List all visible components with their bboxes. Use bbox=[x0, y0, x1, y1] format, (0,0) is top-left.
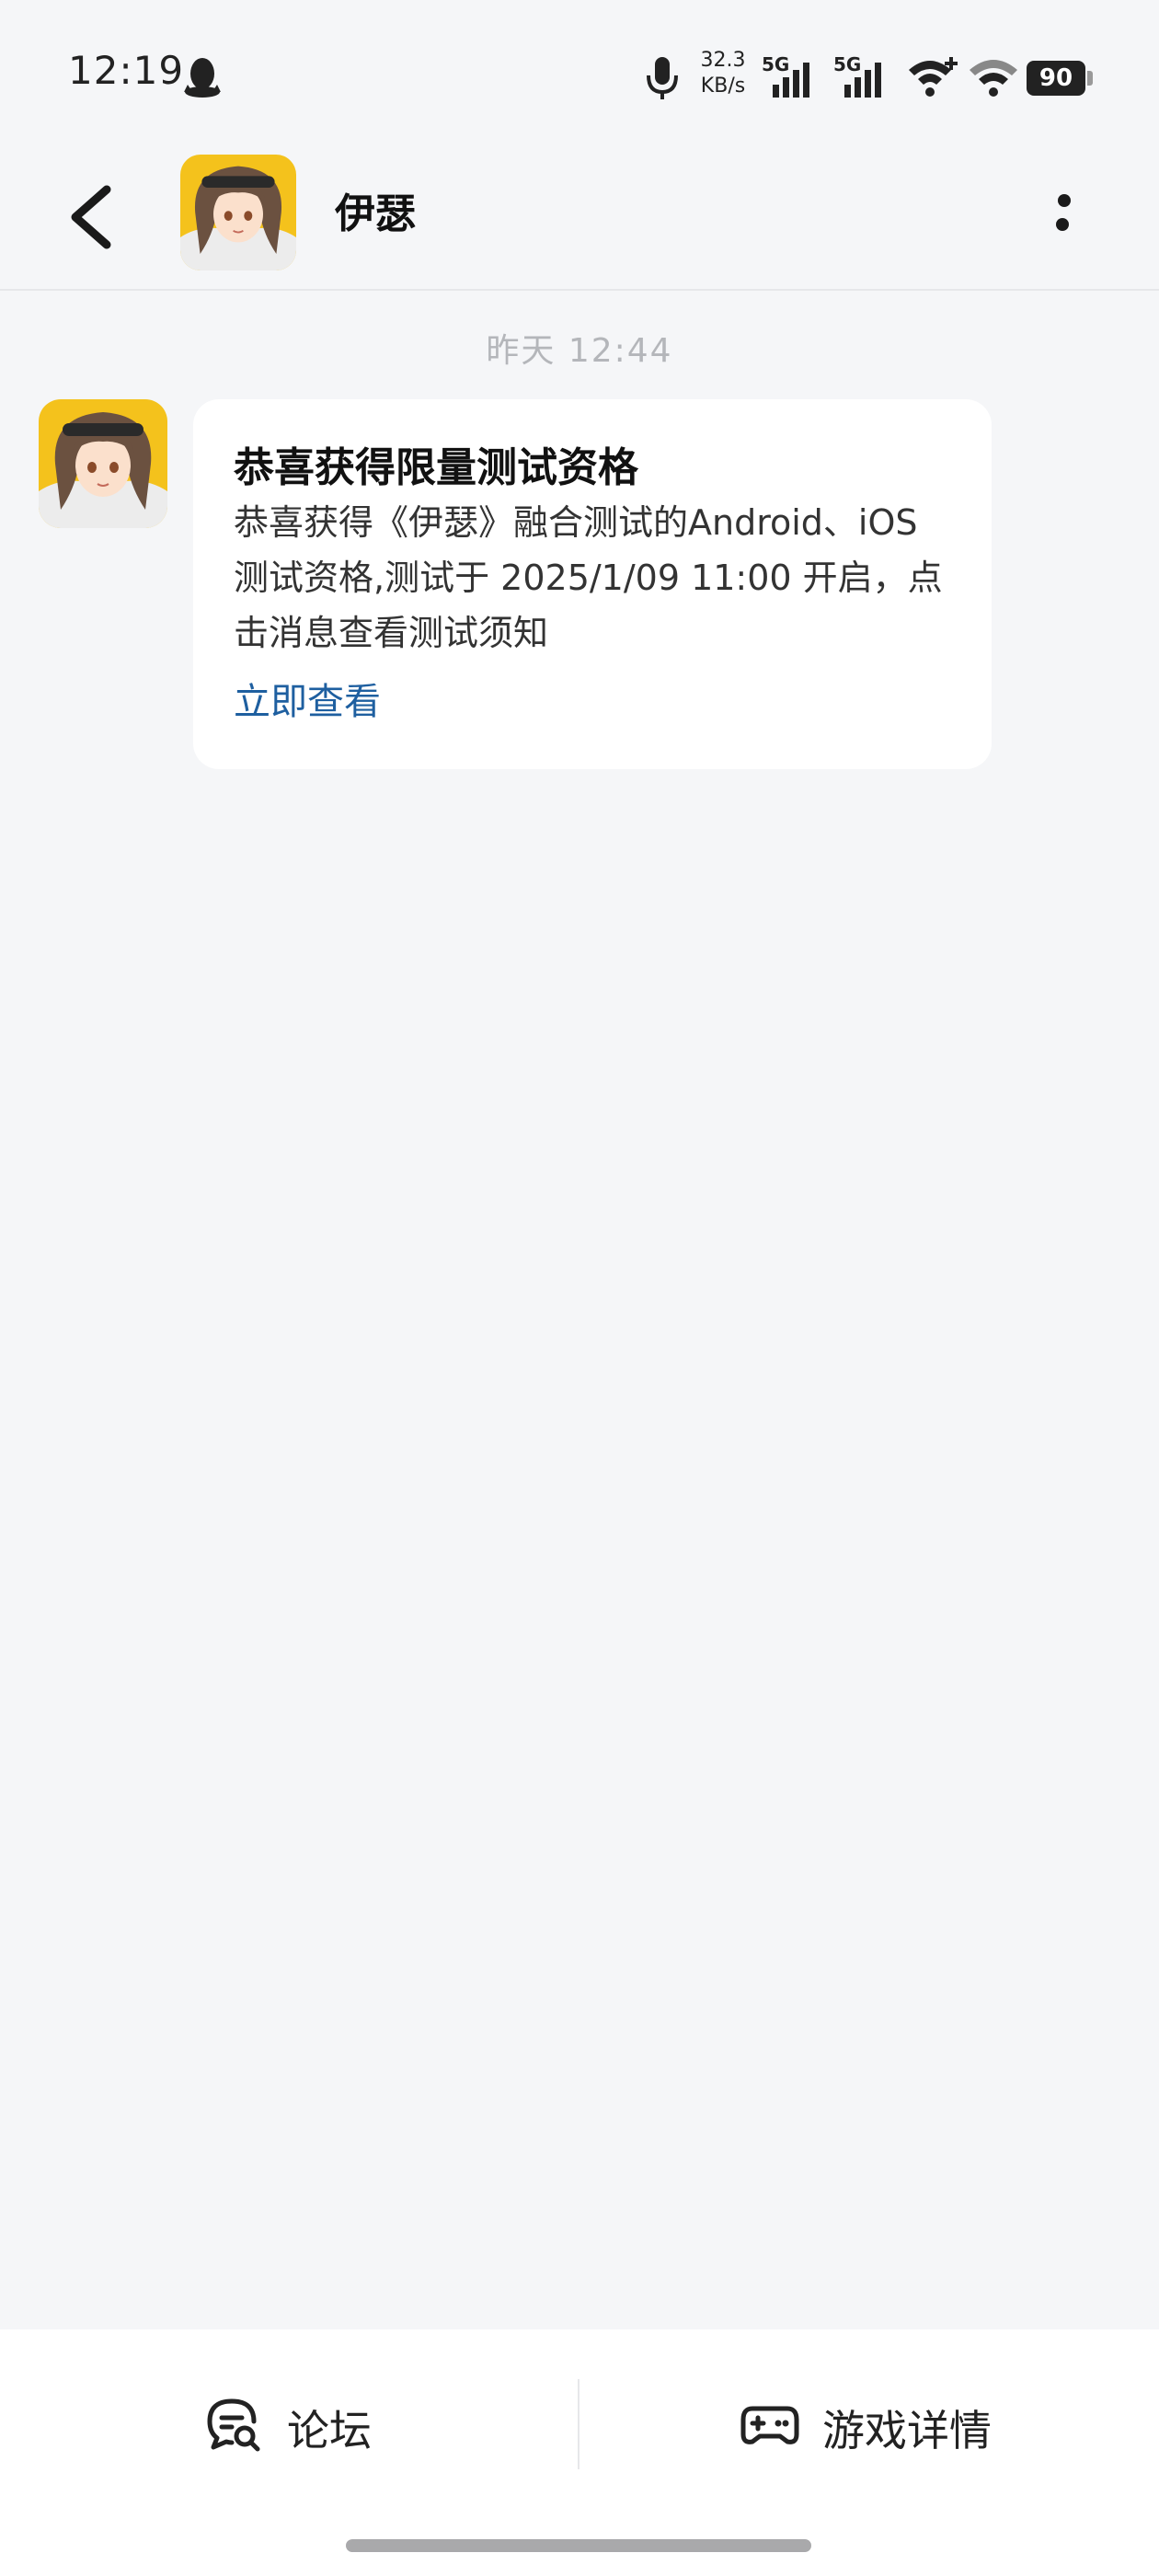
character-portrait-icon bbox=[39, 399, 167, 528]
sender-avatar[interactable] bbox=[39, 399, 167, 528]
more-vertical-icon[interactable] bbox=[1039, 182, 1085, 247]
forum-chat-icon bbox=[207, 2398, 260, 2452]
page-title: 伊瑟 bbox=[335, 190, 416, 237]
signal-sim1: 5G bbox=[762, 53, 826, 99]
forum-label: 论坛 bbox=[287, 2406, 372, 2455]
signal-bars-icon bbox=[773, 63, 809, 98]
forum-button[interactable]: 论坛 bbox=[204, 2392, 397, 2456]
character-portrait-icon bbox=[180, 155, 296, 270]
gamepad-icon bbox=[740, 2406, 799, 2444]
message-title: 恭喜获得限量测试资格 bbox=[234, 444, 638, 491]
tab-divider bbox=[578, 2379, 580, 2469]
chat-header bbox=[0, 147, 1159, 291]
back-button[interactable] bbox=[55, 171, 129, 263]
message-body: 恭喜获得《伊瑟》融合测试的Android、iOS测试资格,测试于 2025/1/… bbox=[234, 502, 943, 653]
signal-bars-icon bbox=[844, 63, 881, 98]
wifi-icon bbox=[970, 60, 1017, 97]
network-speed-value: 32.3 bbox=[700, 49, 746, 72]
message-card[interactable]: 恭喜获得限量测试资格 恭喜获得《伊瑟》融合测试的Android、iOS测试资格,… bbox=[193, 399, 992, 769]
qq-icon bbox=[184, 58, 221, 98]
status-time: 12:19 bbox=[68, 48, 185, 93]
status-bar: 12:19 32.3 KB/s 5G 5G 90 bbox=[0, 0, 1159, 147]
view-now-link[interactable]: 立即查看 bbox=[234, 672, 381, 725]
game-details-button[interactable]: 游戏详情 bbox=[740, 2392, 1006, 2456]
network-speed: 32.3 KB/s bbox=[695, 48, 751, 99]
microphone-icon bbox=[647, 57, 678, 99]
message-timestamp: 昨天 12:44 bbox=[486, 332, 673, 370]
game-details-label: 游戏详情 bbox=[822, 2406, 992, 2455]
battery-level: 90 bbox=[1039, 64, 1073, 92]
network-speed-unit: KB/s bbox=[700, 75, 746, 98]
battery-indicator: 90 bbox=[1027, 61, 1093, 96]
home-indicator[interactable] bbox=[346, 2539, 811, 2552]
wifi-plus-icon bbox=[909, 57, 958, 97]
signal-sim2: 5G bbox=[833, 53, 898, 99]
game-avatar[interactable] bbox=[180, 155, 296, 270]
